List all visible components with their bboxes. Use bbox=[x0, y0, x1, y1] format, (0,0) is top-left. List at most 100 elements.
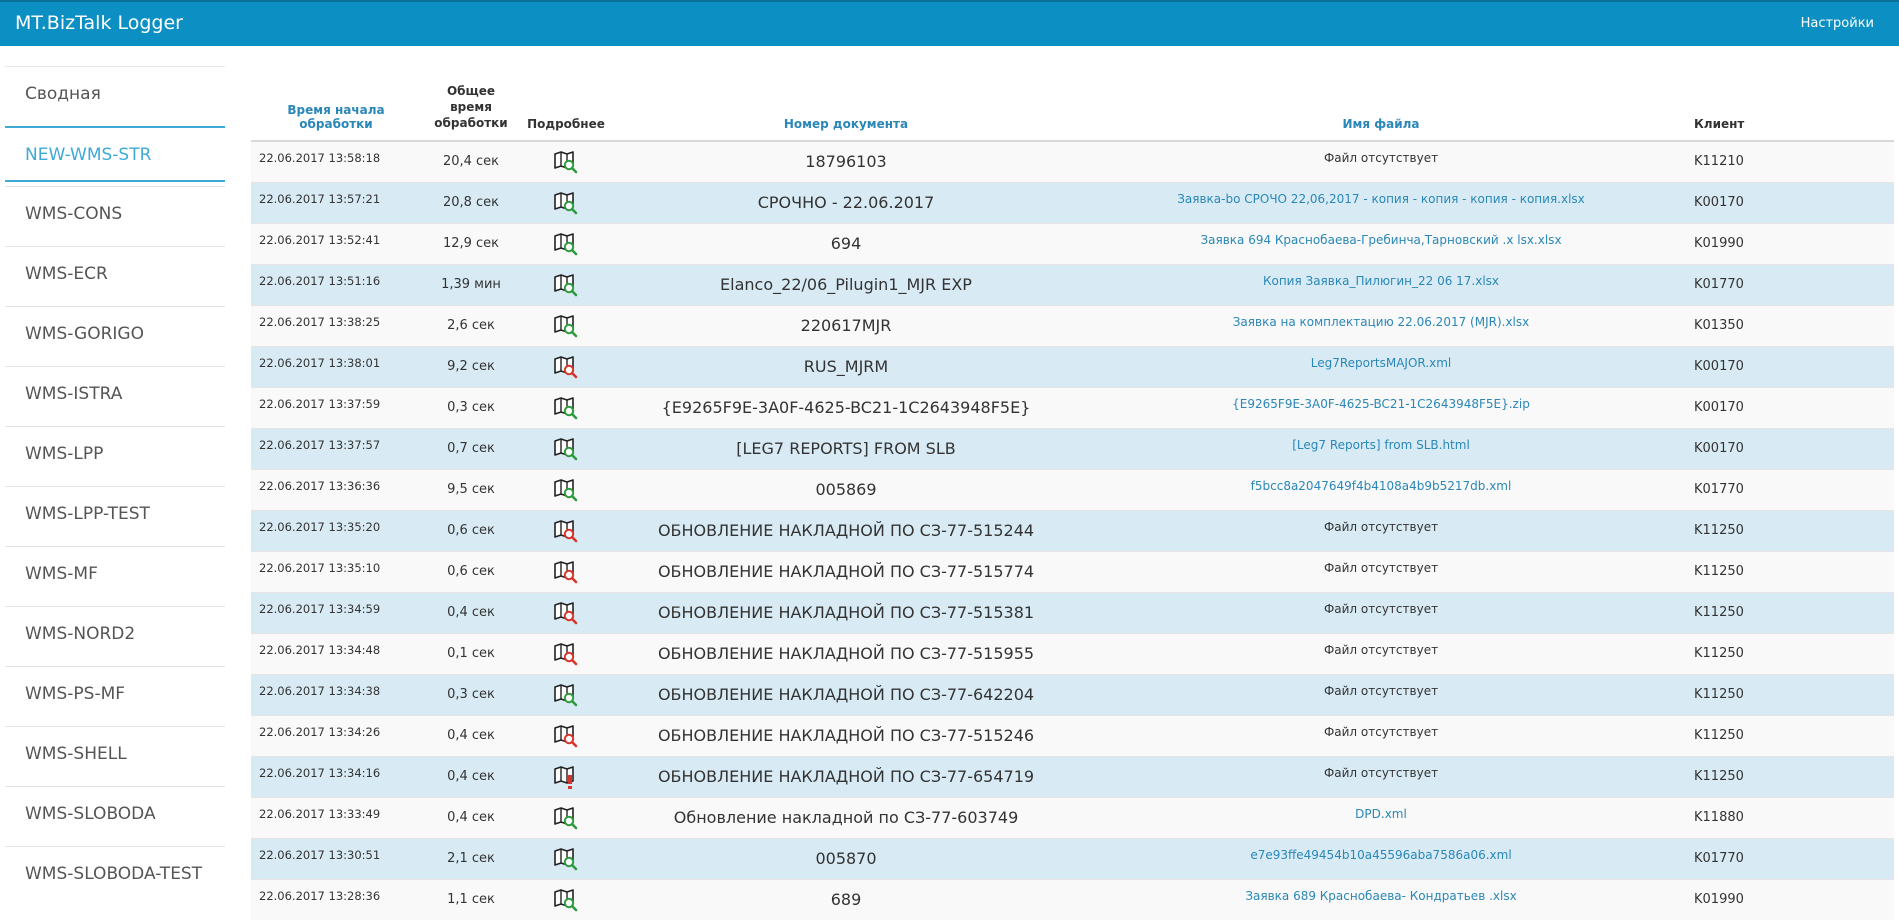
duration-cell: 1,1 сек bbox=[421, 878, 521, 920]
sidebar-item-wms-lpp-test[interactable]: WMS-LPP-TEST bbox=[5, 486, 225, 542]
duration-cell: 1,39 мин bbox=[421, 263, 521, 305]
table-row[interactable]: 22.06.2017 13:36:36 9,5 сек 005869 f5bcc8a2… bbox=[251, 468, 1894, 510]
file-name-cell: Файл отсутствует bbox=[1081, 673, 1681, 715]
start-time-cell: 22.06.2017 13:34:26 bbox=[251, 714, 421, 756]
map-search-success-icon[interactable] bbox=[553, 805, 579, 831]
duration-cell: 0,4 сек bbox=[421, 796, 521, 838]
settings-link[interactable]: Настройки bbox=[1801, 16, 1874, 31]
table-row[interactable]: 22.06.2017 13:52:41 12,9 сек 694 Заявка 694… bbox=[251, 222, 1894, 264]
table-row[interactable]: 22.06.2017 13:30:51 2,1 сек 005870 e7e93ffe… bbox=[251, 837, 1894, 879]
client-cell: K00170 bbox=[1681, 386, 1894, 428]
table-row[interactable]: 22.06.2017 13:34:48 0,1 сек ОБНОВЛЕНИЕ НАК… bbox=[251, 632, 1894, 674]
map-search-error-icon[interactable] bbox=[553, 600, 579, 626]
file-link[interactable]: Копия Заявка_Пилюгин_22 06 17.xlsx bbox=[1263, 274, 1499, 288]
map-search-success-icon[interactable] bbox=[553, 313, 579, 339]
sidebar-item-wms-cons[interactable]: WMS-CONS bbox=[5, 186, 225, 242]
table-row[interactable]: 22.06.2017 13:34:38 0,3 сек ОБНОВЛЕНИЕ НАК… bbox=[251, 673, 1894, 715]
sidebar-item-сводная[interactable]: Сводная bbox=[5, 66, 225, 122]
table-row[interactable]: 22.06.2017 13:37:59 0,3 сек {E9265F9E-3A0F… bbox=[251, 386, 1894, 428]
map-search-success-icon[interactable] bbox=[553, 887, 579, 913]
sidebar-item-new-wms-str[interactable]: NEW-WMS-STR bbox=[5, 126, 225, 182]
table-row[interactable]: 22.06.2017 13:51:16 1,39 мин Elanco_22/06_… bbox=[251, 263, 1894, 305]
doc-number-cell: 18796103 bbox=[611, 140, 1081, 182]
sidebar-item-wms-sloboda[interactable]: WMS-SLOBODA bbox=[5, 786, 225, 842]
sidebar-item-label: WMS-MF bbox=[25, 564, 98, 584]
sidebar-item-wms-shell[interactable]: WMS-SHELL bbox=[5, 726, 225, 782]
table-row[interactable]: 22.06.2017 13:35:10 0,6 сек ОБНОВЛЕНИЕ НАК… bbox=[251, 550, 1894, 592]
client-cell: K01990 bbox=[1681, 222, 1894, 264]
start-time-cell: 22.06.2017 13:36:36 bbox=[251, 468, 421, 510]
map-warning-icon[interactable] bbox=[553, 764, 579, 790]
sidebar-item-label: WMS-CONS bbox=[25, 204, 123, 224]
duration-cell: 9,2 сек bbox=[421, 345, 521, 387]
header-file-name[interactable]: Имя файла bbox=[1081, 66, 1681, 142]
details-cell bbox=[521, 345, 611, 387]
map-search-error-icon[interactable] bbox=[553, 641, 579, 667]
sidebar-item-wms-ps-mf[interactable]: WMS-PS-MF bbox=[5, 666, 225, 722]
map-search-error-icon[interactable] bbox=[553, 354, 579, 380]
doc-number-cell: 220617MJR bbox=[611, 304, 1081, 346]
file-name-cell: e7e93ffe49454b10a45596aba7586a06.xml bbox=[1081, 837, 1681, 879]
file-link[interactable]: f5bcc8a2047649f4b4108a4b9b5217db.xml bbox=[1251, 479, 1512, 493]
details-cell bbox=[521, 427, 611, 469]
start-time-cell: 22.06.2017 13:30:51 bbox=[251, 837, 421, 879]
client-cell: K01770 bbox=[1681, 837, 1894, 879]
header-doc-number[interactable]: Номер документа bbox=[611, 66, 1081, 142]
file-name-cell: [Leg7 Reports] from SLB.html bbox=[1081, 427, 1681, 469]
file-link[interactable]: {E9265F9E-3A0F-4625-BC21-1C2643948F5E}.z… bbox=[1232, 397, 1530, 411]
header-start-time[interactable]: Время начала обработки bbox=[251, 66, 421, 142]
map-search-success-icon[interactable] bbox=[553, 272, 579, 298]
file-link[interactable]: DPD.xml bbox=[1355, 807, 1407, 821]
table-row[interactable]: 22.06.2017 13:34:16 0,4 сек ОБНОВЛЕНИЕ НАК… bbox=[251, 755, 1894, 797]
map-search-success-icon[interactable] bbox=[553, 190, 579, 216]
map-search-success-icon[interactable] bbox=[553, 682, 579, 708]
map-search-success-icon[interactable] bbox=[553, 477, 579, 503]
duration-cell: 0,6 сек bbox=[421, 509, 521, 551]
table-row[interactable]: 22.06.2017 13:33:49 0,4 сек Обновление нак… bbox=[251, 796, 1894, 838]
start-time-cell: 22.06.2017 13:37:57 bbox=[251, 427, 421, 469]
sidebar-item-wms-sloboda-test[interactable]: WMS-SLOBODA-TEST bbox=[5, 846, 225, 902]
details-cell bbox=[521, 550, 611, 592]
app-title[interactable]: MT.BizTalk Logger bbox=[15, 12, 183, 34]
file-link[interactable]: e7e93ffe49454b10a45596aba7586a06.xml bbox=[1250, 848, 1511, 862]
map-search-success-icon[interactable] bbox=[553, 436, 579, 462]
table-row[interactable]: 22.06.2017 13:35:20 0,6 сек ОБНОВЛЕНИЕ НАК… bbox=[251, 509, 1894, 551]
table-row[interactable]: 22.06.2017 13:37:57 0,7 сек [LEG7 REPORTS]… bbox=[251, 427, 1894, 469]
sidebar-item-wms-ecr[interactable]: WMS-ECR bbox=[5, 246, 225, 302]
doc-number-cell: ОБНОВЛЕНИЕ НАКЛАДНОЙ ПО СЗ-77-515774 bbox=[611, 550, 1081, 592]
sidebar-item-wms-mf[interactable]: WMS-MF bbox=[5, 546, 225, 602]
sidebar-item-wms-lpp[interactable]: WMS-LPP bbox=[5, 426, 225, 482]
sidebar: Сводная NEW-WMS-STR WMS-CONS WMS-ECR WMS-GOR… bbox=[5, 66, 225, 906]
file-link[interactable]: Заявка 689 Краснобаева- Кондратьев .xlsx bbox=[1245, 889, 1516, 903]
file-link[interactable]: Leg7ReportsMAJOR.xml bbox=[1311, 356, 1452, 370]
table-row[interactable]: 22.06.2017 13:28:36 1,1 сек 689 Заявка 689 … bbox=[251, 878, 1894, 920]
sidebar-item-wms-nord2[interactable]: WMS-NORD2 bbox=[5, 606, 225, 662]
table-row[interactable]: 22.06.2017 13:38:01 9,2 сек RUS_MJRM Leg7Re… bbox=[251, 345, 1894, 387]
client-cell: K11250 bbox=[1681, 591, 1894, 633]
map-search-error-icon[interactable] bbox=[553, 518, 579, 544]
table-row[interactable]: 22.06.2017 13:57:21 20,8 сек СРОЧНО - 22.0… bbox=[251, 181, 1894, 223]
file-name-cell: Файл отсутствует bbox=[1081, 509, 1681, 551]
sidebar-item-wms-gorigo[interactable]: WMS-GORIGO bbox=[5, 306, 225, 362]
map-search-success-icon[interactable] bbox=[553, 846, 579, 872]
sidebar-item-wms-istra[interactable]: WMS-ISTRA bbox=[5, 366, 225, 422]
client-cell: K11250 bbox=[1681, 509, 1894, 551]
map-search-success-icon[interactable] bbox=[553, 395, 579, 421]
file-link[interactable]: [Leg7 Reports] from SLB.html bbox=[1292, 438, 1470, 452]
table-row[interactable]: 22.06.2017 13:58:18 20,4 сек 18796103 Файл … bbox=[251, 140, 1894, 182]
doc-number-cell: Обновление накладной по СЗ-77-603749 bbox=[611, 796, 1081, 838]
file-link[interactable]: Заявка-bo СРОЧО 22,06,2017 - копия - коп… bbox=[1177, 192, 1585, 206]
map-search-success-icon[interactable] bbox=[553, 149, 579, 175]
table-row[interactable]: 22.06.2017 13:38:25 2,6 сек 220617MJR Заявк… bbox=[251, 304, 1894, 346]
map-search-error-icon[interactable] bbox=[553, 723, 579, 749]
map-search-error-icon[interactable] bbox=[553, 559, 579, 585]
file-link[interactable]: Заявка на комплектацию 22.06.2017 (MJR).… bbox=[1233, 315, 1530, 329]
file-name-cell: Заявка на комплектацию 22.06.2017 (MJR).… bbox=[1081, 304, 1681, 346]
doc-number-cell: Elanco_22/06_Pilugin1_MJR EXP bbox=[611, 263, 1081, 305]
table-header-row: Время начала обработки Общее время обраб… bbox=[251, 66, 1894, 142]
table-row[interactable]: 22.06.2017 13:34:26 0,4 сек ОБНОВЛЕНИЕ НАК… bbox=[251, 714, 1894, 756]
table-row[interactable]: 22.06.2017 13:34:59 0,4 сек ОБНОВЛЕНИЕ НАК… bbox=[251, 591, 1894, 633]
file-link[interactable]: Заявка 694 Краснобаева-Гребинча,Тарновск… bbox=[1200, 233, 1561, 247]
map-search-success-icon[interactable] bbox=[553, 231, 579, 257]
start-time-cell: 22.06.2017 13:34:59 bbox=[251, 591, 421, 633]
